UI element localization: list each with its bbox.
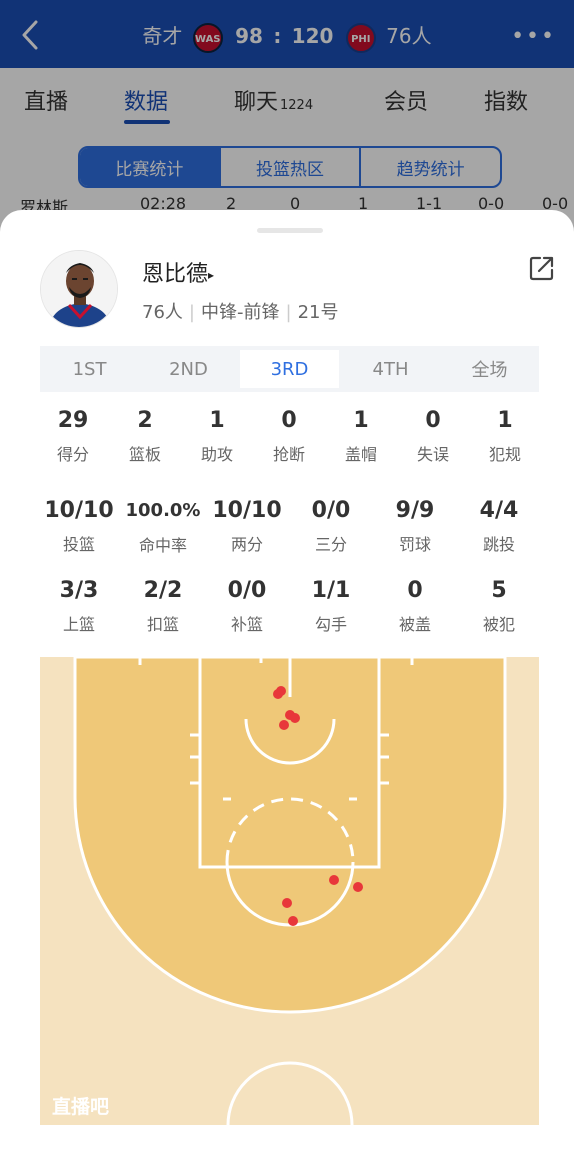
shot-made-marker (279, 720, 289, 730)
watermark-logo: 直播吧 (52, 1095, 109, 1118)
tab-q4[interactable]: 4TH (341, 346, 440, 392)
stat-label: 跳投 (482, 535, 515, 554)
stat-fg-pct: 100.0% 命中率 (123, 498, 203, 556)
stat-label: 投篮 (62, 535, 95, 554)
stat-points: 29 得分 (33, 408, 113, 465)
shot-made-marker (353, 882, 363, 892)
stat-value: 10/10 (44, 498, 114, 523)
stat-label: 被犯 (482, 615, 515, 634)
divider: | (188, 302, 195, 323)
stat-label: 三分 (314, 535, 347, 554)
stat-fouls-drawn: 5 被犯 (459, 578, 539, 635)
stat-value: 2 (137, 408, 153, 433)
stat-putbacks: 0/0 补篮 (207, 578, 287, 635)
stat-value: 1 (353, 408, 369, 433)
stat-label: 扣篮 (146, 615, 179, 634)
divider: | (285, 302, 292, 323)
stat-label: 抢断 (272, 445, 305, 464)
stat-value: 0/0 (311, 498, 351, 523)
stat-value: 1 (497, 408, 513, 433)
player-name[interactable]: 恩比德▸ (142, 256, 214, 288)
stat-3pt: 0/0 三分 (291, 498, 371, 555)
stat-rebounds: 2 篮板 (105, 408, 185, 465)
stat-value: 4/4 (479, 498, 519, 523)
stat-blocks: 1 盖帽 (321, 408, 401, 465)
stat-dunks: 2/2 扣篮 (123, 578, 203, 635)
shot-made-marker (329, 875, 339, 885)
stat-label: 命中率 (138, 536, 187, 555)
shot-made-marker (282, 898, 292, 908)
player-portrait-icon (41, 251, 117, 327)
stat-steals: 0 抢断 (249, 408, 329, 465)
stat-label: 篮板 (128, 445, 161, 464)
player-position: 中锋-前锋 (200, 302, 280, 323)
stat-value: 29 (57, 408, 89, 433)
stat-label: 补篮 (230, 615, 263, 634)
sheet-drag-handle[interactable] (257, 228, 323, 233)
tab-q1[interactable]: 1ST (40, 346, 139, 392)
stat-fg: 10/10 投篮 (39, 498, 119, 555)
stat-ft: 9/9 罚球 (375, 498, 455, 555)
stat-label: 两分 (230, 535, 263, 554)
stat-label: 得分 (56, 445, 89, 464)
stat-label: 失误 (416, 445, 449, 464)
tab-full-game[interactable]: 全场 (440, 346, 539, 392)
stat-blocked: 0 被盖 (375, 578, 455, 635)
stat-label: 被盖 (398, 615, 431, 634)
tab-q2[interactable]: 2ND (139, 346, 238, 392)
stat-value: 9/9 (395, 498, 435, 523)
stat-value: 2/2 (143, 578, 183, 603)
shot-chart-court: 直播吧 (40, 657, 539, 1125)
stat-assists: 1 助攻 (177, 408, 257, 465)
stat-turnovers: 0 失误 (393, 408, 473, 465)
stat-label: 罚球 (398, 535, 431, 554)
shot-made-marker (288, 916, 298, 926)
quarter-tabs: 1ST 2ND 3RD 4TH 全场 (40, 346, 539, 392)
player-sheet: 恩比德▸ 76人 | 中锋-前锋 | 21号 1ST 2ND 3RD 4TH 全场 29… (0, 210, 574, 1158)
stat-layups: 3/3 上篮 (39, 578, 119, 635)
stat-label: 盖帽 (344, 445, 377, 464)
caret-right-icon: ▸ (208, 268, 215, 282)
stat-value: 10/10 (212, 498, 282, 523)
stat-value: 5 (491, 578, 507, 603)
stat-value: 1 (209, 408, 225, 433)
player-info: 76人 | 中锋-前锋 | 21号 (142, 298, 338, 324)
player-team: 76人 (142, 302, 183, 323)
player-name-text: 恩比德 (142, 262, 209, 287)
stat-value: 0 (407, 578, 423, 603)
stat-label: 犯规 (488, 445, 521, 464)
stat-2pt: 10/10 两分 (207, 498, 287, 555)
stat-value: 1/1 (311, 578, 351, 603)
stat-jumpers: 4/4 跳投 (459, 498, 539, 555)
stat-fouls: 1 犯规 (465, 408, 545, 465)
share-icon[interactable] (528, 254, 556, 282)
stat-value: 3/3 (59, 578, 99, 603)
stat-hooks: 1/1 勾手 (291, 578, 371, 635)
stat-value: 0 (281, 408, 297, 433)
stat-label: 上篮 (62, 615, 95, 634)
stat-value: 0/0 (227, 578, 267, 603)
tab-q3[interactable]: 3RD (240, 350, 339, 388)
player-number: 21号 (297, 302, 339, 323)
stat-label: 助攻 (200, 445, 233, 464)
stat-value: 100.0% (125, 500, 201, 521)
player-avatar (40, 250, 118, 328)
stat-value: 0 (425, 408, 441, 433)
shot-made-marker (290, 713, 300, 723)
stat-label: 勾手 (314, 615, 347, 634)
shot-made-marker (276, 686, 286, 696)
